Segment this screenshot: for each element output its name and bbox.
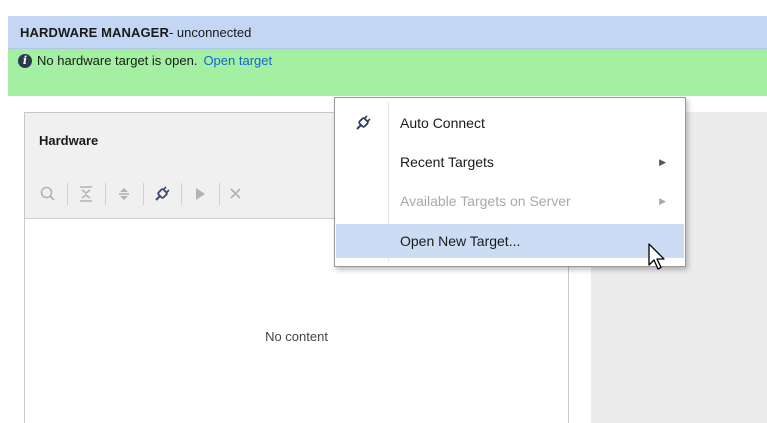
open-target-link[interactable]: Open target [203, 53, 272, 68]
toolbar-separator [219, 183, 220, 205]
menu-item-auto-connect[interactable]: Auto Connect [336, 106, 684, 140]
open-target-menu: Auto Connect Recent Targets ▶ Available … [334, 97, 686, 267]
auto-connect-icon[interactable] [153, 185, 171, 203]
hardware-panel-title: Hardware [39, 133, 99, 148]
auto-connect-icon [354, 114, 372, 132]
info-icon: i [18, 53, 32, 68]
info-message: No hardware target is open. [37, 53, 198, 68]
menu-item-label: Auto Connect [400, 115, 485, 131]
expand-all-icon[interactable] [115, 185, 133, 203]
search-icon[interactable] [39, 185, 57, 203]
mouse-cursor-icon [648, 243, 665, 270]
menu-item-open-new-target[interactable]: Open New Target... [336, 224, 684, 258]
toolbar-separator [105, 183, 106, 205]
title-bar-status: - unconnected [168, 24, 252, 40]
collapse-all-icon[interactable] [77, 185, 95, 203]
menu-item-available-targets-on-server: Available Targets on Server ▶ [336, 184, 684, 218]
toolbar-separator [143, 183, 144, 205]
close-icon[interactable] [227, 185, 245, 203]
toolbar-separator [181, 183, 182, 205]
menu-item-recent-targets[interactable]: Recent Targets ▶ [336, 145, 684, 179]
hardware-manager-title-bar: HARDWARE MANAGER - unconnected [8, 16, 767, 49]
submenu-arrow-icon: ▶ [659, 156, 666, 167]
title-bar-title: HARDWARE MANAGER [20, 24, 169, 40]
run-icon[interactable] [191, 185, 209, 203]
submenu-arrow-icon: ▶ [659, 195, 666, 206]
info-banner: i No hardware target is open. Open targe… [8, 49, 767, 96]
menu-item-label: Available Targets on Server [400, 193, 571, 209]
toolbar-separator [67, 183, 68, 205]
menu-item-label: Recent Targets [400, 154, 494, 170]
menu-item-label: Open New Target... [400, 233, 521, 249]
empty-state-text: No content [265, 329, 328, 344]
